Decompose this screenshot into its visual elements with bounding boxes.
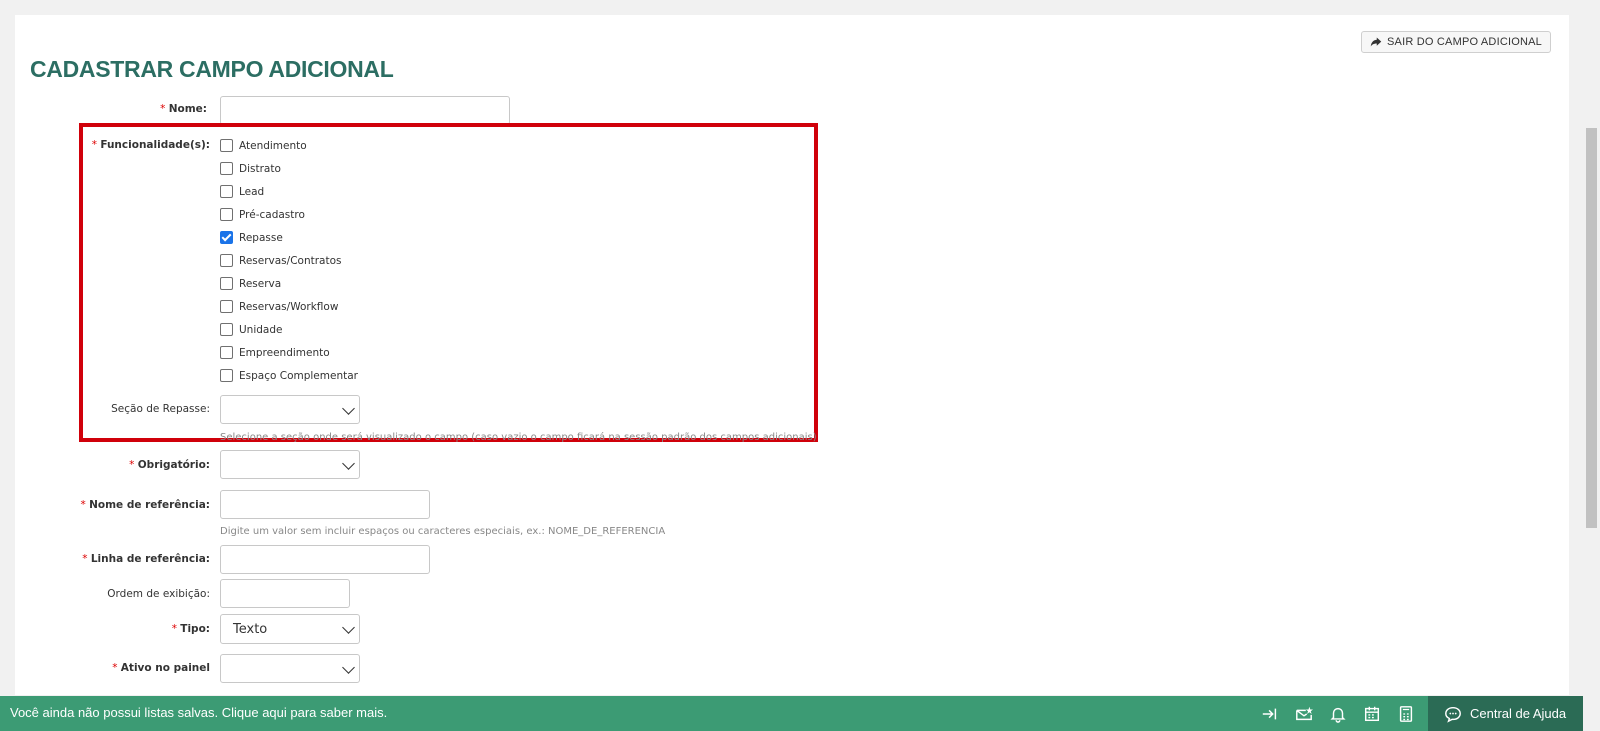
ordem-exibicao-input[interactable] xyxy=(220,579,350,608)
tipo-select[interactable]: Texto xyxy=(220,614,360,644)
exit-additional-field-button[interactable]: SAIR DO CAMPO ADICIONAL xyxy=(1361,31,1551,53)
ativo-painel-label: * Ativo no painel xyxy=(112,662,210,674)
funcionalidade-checkbox[interactable] xyxy=(220,139,233,152)
funcionalidade-option-label: Repasse xyxy=(239,231,283,244)
funcionalidade-option-label: Reservas/Contratos xyxy=(239,254,342,267)
chevron-down-icon xyxy=(342,660,355,674)
chevron-down-icon xyxy=(342,456,355,470)
nome-referencia-hint: Digite um valor sem incluir espaços ou c… xyxy=(220,526,666,537)
nome-input[interactable] xyxy=(220,96,510,125)
footer-bar: Você ainda não possui listas salvas. Cli… xyxy=(0,696,1583,731)
calculator-icon[interactable] xyxy=(1396,704,1416,724)
tipo-label: * Tipo: xyxy=(171,623,210,635)
secao-repasse-select[interactable] xyxy=(220,395,360,424)
linha-referencia-label: * Linha de referência: xyxy=(82,553,210,565)
funcionalidades-label: * Funcionalidade(s): xyxy=(91,139,210,151)
funcionalidade-checkbox[interactable] xyxy=(220,369,233,382)
funcionalidade-checkbox[interactable] xyxy=(220,185,233,198)
funcionalidade-option[interactable]: Pré-cadastro xyxy=(220,208,305,221)
funcionalidade-option[interactable]: Unidade xyxy=(220,323,282,336)
calendar-icon[interactable] xyxy=(1362,704,1382,724)
funcionalidade-checkbox[interactable] xyxy=(220,277,233,290)
funcionalidade-checkbox[interactable] xyxy=(220,231,233,244)
funcionalidade-option[interactable]: Empreendimento xyxy=(220,346,330,359)
page-title: CADASTRAR CAMPO ADICIONAL xyxy=(30,56,394,82)
scrollbar-thumb[interactable] xyxy=(1586,128,1597,528)
funcionalidade-option[interactable]: Reserva xyxy=(220,277,281,290)
funcionalidade-option-label: Reserva xyxy=(239,277,282,290)
obrigatorio-select[interactable] xyxy=(220,450,360,479)
funcionalidade-option-label: Pré-cadastro xyxy=(239,208,305,221)
chat-bubble-icon xyxy=(1445,706,1461,723)
funcionalidade-option-label: Empreendimento xyxy=(239,346,330,359)
funcionalidade-option[interactable]: Reservas/Workflow xyxy=(220,300,338,313)
ativo-painel-select[interactable] xyxy=(220,654,360,683)
highlight-box xyxy=(79,123,818,442)
ordem-exibicao-label: Ordem de exibição: xyxy=(107,588,210,600)
funcionalidade-checkbox[interactable] xyxy=(220,208,233,221)
funcionalidade-option[interactable]: Espaço Complementar xyxy=(220,369,358,382)
funcionalidade-option[interactable]: Lead xyxy=(220,185,264,198)
funcionalidade-option[interactable]: Distrato xyxy=(220,162,281,175)
nome-referencia-input[interactable] xyxy=(220,490,430,519)
exit-button-label: SAIR DO CAMPO ADICIONAL xyxy=(1387,36,1542,48)
saved-lists-message[interactable]: Você ainda não possui listas salvas. Cli… xyxy=(10,705,387,720)
funcionalidade-checkbox[interactable] xyxy=(220,300,233,313)
help-center-label: Central de Ajuda xyxy=(1470,706,1567,721)
funcionalidade-option-label: Atendimento xyxy=(239,139,307,152)
linha-referencia-input[interactable] xyxy=(220,545,430,574)
nome-label: * Nome: xyxy=(160,103,207,115)
funcionalidade-checkbox[interactable] xyxy=(220,346,233,359)
funcionalidade-option-label: Unidade xyxy=(239,323,283,336)
funcionalidade-option-label: Distrato xyxy=(239,162,281,175)
funcionalidade-option-label: Reservas/Workflow xyxy=(239,300,339,313)
footer-icons xyxy=(1260,704,1416,724)
mail-star-icon[interactable] xyxy=(1294,704,1314,724)
bell-icon[interactable] xyxy=(1328,704,1348,724)
share-arrow-icon xyxy=(1370,37,1382,47)
funcionalidade-option[interactable]: Atendimento xyxy=(220,139,307,152)
collapse-right-icon[interactable] xyxy=(1260,704,1280,724)
secao-repasse-hint: Selecione a seção onde será visualizado … xyxy=(220,432,817,443)
chevron-down-icon xyxy=(342,401,355,415)
vertical-scrollbar[interactable] xyxy=(1583,0,1600,731)
funcionalidade-checkbox[interactable] xyxy=(220,254,233,267)
chevron-down-icon xyxy=(342,621,355,634)
nome-referencia-label: * Nome de referência: xyxy=(80,499,210,511)
funcionalidade-option[interactable]: Reservas/Contratos xyxy=(220,254,341,267)
help-center-button[interactable]: Central de Ajuda xyxy=(1428,696,1583,731)
funcionalidade-option-label: Lead xyxy=(239,185,265,198)
funcionalidade-option-label: Espaço Complementar xyxy=(239,369,358,382)
secao-repasse-label: Seção de Repasse: xyxy=(111,403,210,415)
funcionalidade-checkbox[interactable] xyxy=(220,323,233,336)
funcionalidade-option[interactable]: Repasse xyxy=(220,231,283,244)
obrigatorio-label: * Obrigatório: xyxy=(129,459,210,471)
funcionalidade-checkbox[interactable] xyxy=(220,162,233,175)
